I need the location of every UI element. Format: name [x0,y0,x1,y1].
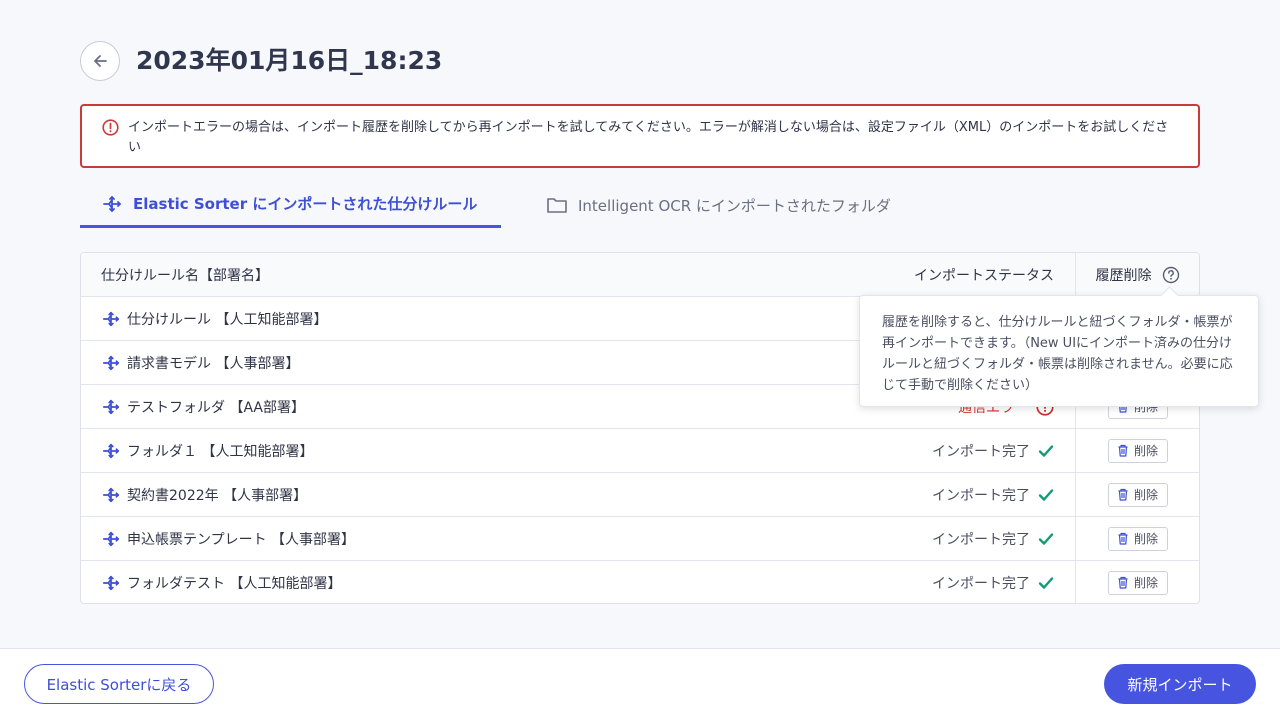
header-name: 仕分けルール名【部署名】 [101,267,269,284]
delete-cell: 削除 [1075,517,1199,560]
check-icon [1038,532,1054,546]
delete-history-tooltip: 履歴を削除すると、仕分けルールと紐づくフォルダ・帳票が再インポートできます。（N… [859,295,1259,407]
back-to-elastic-sorter-button[interactable]: Elastic Sorterに戻る [24,664,214,704]
rule-name: 請求書モデル 【人事部署】 [127,355,300,372]
tab-elastic-sorter[interactable]: Elastic Sorter にインポートされた仕分けルール [80,182,501,228]
delete-label: 削除 [1133,532,1158,546]
tab-label: Intelligent OCR にインポートされたフォルダ [578,196,891,215]
status-cell: インポート完了 [932,429,1054,472]
rule-name-cell: テストフォルダ 【AA部署】 [101,385,305,428]
delete-label: 削除 [1133,444,1158,458]
footer-bar: Elastic Sorterに戻る 新規インポート [0,648,1280,720]
new-import-button[interactable]: 新規インポート [1104,664,1256,704]
status-text: インポート完了 [932,575,1030,592]
sorter-icon [101,310,121,328]
sorter-icon [101,530,121,548]
page-title: 2023年01月16日_18:23 [136,46,443,75]
back-button[interactable] [80,41,120,81]
status-cell: インポート完了 [932,517,1054,560]
rule-name: 契約書2022年 【人事部署】 [127,487,308,504]
rule-name-cell: フォルダテスト 【人工知能部署】 [101,561,342,603]
trash-icon [1117,444,1129,457]
status-text: インポート完了 [932,487,1030,504]
arrow-left-icon [94,55,107,67]
rule-name-cell: 仕分けルール 【人工知能部署】 [101,297,327,340]
status-cell: インポート完了 [932,561,1054,603]
sorter-icon [101,574,121,592]
delete-label: 削除 [1133,488,1158,502]
table-row: フォルダ１ 【人工知能部署】 インポート完了 削除 [81,429,1199,473]
status-text: インポート完了 [932,531,1030,548]
sorter-icon [101,486,121,504]
trash-icon [1117,488,1129,501]
rule-name: フォルダ１ 【人工知能部署】 [127,443,314,460]
rule-name-cell: 契約書2022年 【人事部署】 [101,473,307,516]
header-delete-label: 履歴削除 [1095,267,1152,284]
delete-history-button[interactable]: 削除 [1107,526,1168,551]
delete-cell: 削除 [1075,561,1199,603]
sorter-icon [101,442,121,460]
sorter-icon [101,398,121,416]
header-status: インポートステータス [914,267,1054,284]
rule-name-cell: 申込帳票テンプレート 【人事部署】 [101,517,355,560]
status-text: インポート完了 [932,443,1030,460]
table-row: 契約書2022年 【人事部署】 インポート完了 削除 [81,473,1199,517]
status-cell: インポート完了 [932,473,1054,516]
rule-name: 仕分けルール 【人工知能部署】 [127,311,328,328]
folder-icon [547,198,567,213]
tab-label: Elastic Sorter にインポートされた仕分けルール [133,195,478,213]
table-row: 申込帳票テンプレート 【人事部署】 インポート完了 削除 [81,517,1199,561]
warning-circle-icon [102,119,119,136]
delete-history-button[interactable]: 削除 [1107,482,1168,507]
trash-icon [1117,532,1129,545]
tooltip-text: 履歴を削除すると、仕分けルールと紐づくフォルダ・帳票が再インポートできます。（N… [882,315,1233,393]
check-icon [1038,444,1054,458]
tab-intelligent-ocr[interactable]: Intelligent OCR にインポートされたフォルダ [546,182,891,228]
delete-history-button[interactable]: 削除 [1107,438,1168,463]
rule-name-cell: 請求書モデル 【人事部署】 [101,341,299,384]
delete-history-button[interactable]: 削除 [1107,570,1168,595]
delete-cell: 削除 [1075,429,1199,472]
alert-text: インポートエラーの場合は、インポート履歴を削除してから再インポートを試してみてく… [128,120,1169,155]
table-row: フォルダテスト 【人工知能部署】 インポート完了 削除 [81,561,1199,603]
sorter-icon [101,354,121,372]
header-delete: 履歴削除 [1075,253,1199,296]
check-icon [1038,488,1054,502]
error-alert: インポートエラーの場合は、インポート履歴を削除してから再インポートを試してみてく… [80,104,1200,168]
rule-name: フォルダテスト 【人工知能部署】 [127,575,342,592]
delete-label: 削除 [1133,576,1158,590]
table-header: 仕分けルール名【部署名】 インポートステータス 履歴削除 [81,253,1199,297]
rule-name-cell: フォルダ１ 【人工知能部署】 [101,429,313,472]
sorter-icon [103,195,121,212]
rule-name: テストフォルダ 【AA部署】 [127,399,305,416]
tab-bar: Elastic Sorter にインポートされた仕分けルール Intellige… [80,182,1200,228]
help-icon[interactable] [1162,266,1180,284]
delete-cell: 削除 [1075,473,1199,516]
check-icon [1038,576,1054,590]
trash-icon [1117,576,1129,589]
rule-name: 申込帳票テンプレート 【人事部署】 [127,531,356,548]
